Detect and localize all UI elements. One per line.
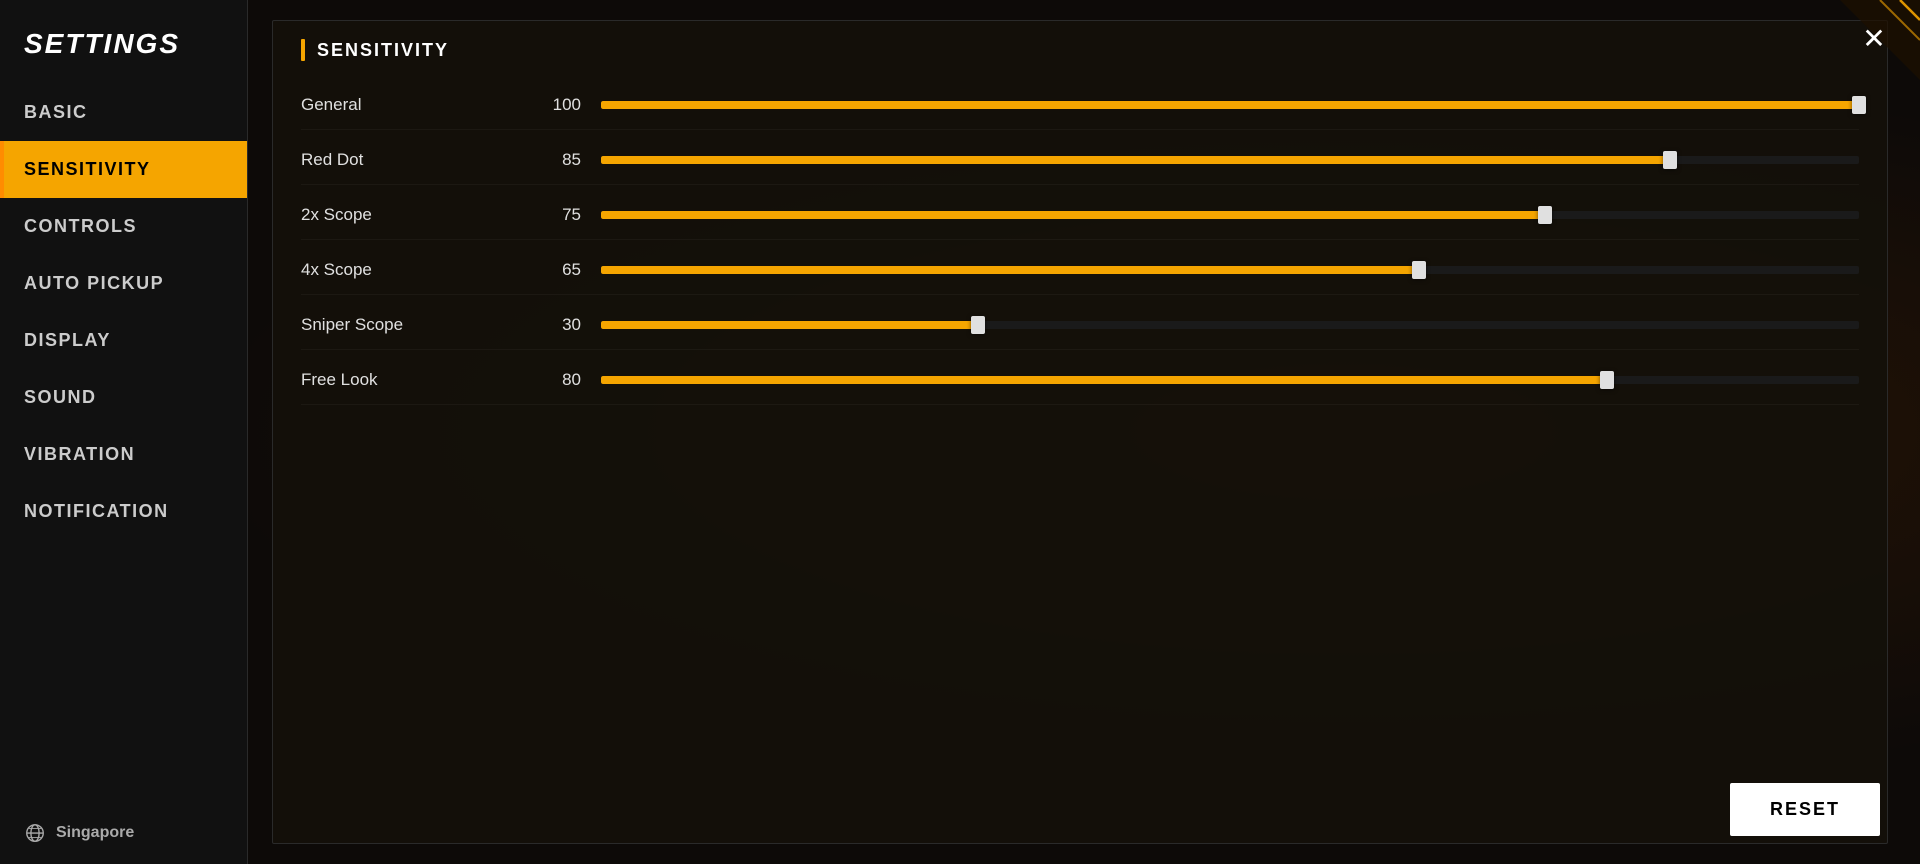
slider-value-0: 100 <box>521 95 581 115</box>
slider-track-2[interactable] <box>601 211 1859 219</box>
reset-button[interactable]: RESET <box>1730 783 1880 836</box>
slider-value-4: 30 <box>521 315 581 335</box>
slider-track-5[interactable] <box>601 376 1859 384</box>
slider-fill-1 <box>601 156 1670 164</box>
sidebar-item-auto-pickup[interactable]: AUTO PICKUP <box>0 255 247 312</box>
slider-thumb-2[interactable] <box>1538 206 1552 224</box>
slider-row-4: Sniper Scope30 <box>301 301 1859 350</box>
slider-label-5: Free Look <box>301 370 521 390</box>
sidebar-item-vibration[interactable]: VIBRATION <box>0 426 247 483</box>
slider-track-3[interactable] <box>601 266 1859 274</box>
slider-row-3: 4x Scope65 <box>301 246 1859 295</box>
sidebar-item-basic[interactable]: BASIC <box>0 84 247 141</box>
slider-label-2: 2x Scope <box>301 205 521 225</box>
slider-fill-0 <box>601 101 1859 109</box>
slider-track-bg-3 <box>601 266 1859 274</box>
slider-thumb-4[interactable] <box>971 316 985 334</box>
slider-track-bg-0 <box>601 101 1859 109</box>
slider-thumb-5[interactable] <box>1600 371 1614 389</box>
sidebar-item-sound[interactable]: SOUND <box>0 369 247 426</box>
slider-value-3: 65 <box>521 260 581 280</box>
slider-thumb-3[interactable] <box>1412 261 1426 279</box>
slider-thumb-0[interactable] <box>1852 96 1866 114</box>
slider-rows: General100 Red Dot85 2x Scope75 4x Scope65 S… <box>273 75 1887 843</box>
slider-fill-3 <box>601 266 1419 274</box>
slider-fill-2 <box>601 211 1545 219</box>
slider-track-0[interactable] <box>601 101 1859 109</box>
sidebar-item-notification[interactable]: NOTIFICATION <box>0 483 247 540</box>
slider-value-1: 85 <box>521 150 581 170</box>
settings-panel: SENSITIVITY General100 Red Dot85 2x Scope7… <box>272 20 1888 844</box>
slider-value-5: 80 <box>521 370 581 390</box>
slider-fill-4 <box>601 321 978 329</box>
sidebar-item-sensitivity[interactable]: SENSITIVITY <box>0 141 247 198</box>
slider-track-bg-2 <box>601 211 1859 219</box>
slider-row-2: 2x Scope75 <box>301 191 1859 240</box>
slider-row-1: Red Dot85 <box>301 136 1859 185</box>
panel-title: SENSITIVITY <box>317 40 449 61</box>
slider-track-bg-4 <box>601 321 1859 329</box>
slider-label-1: Red Dot <box>301 150 521 170</box>
slider-thumb-1[interactable] <box>1663 151 1677 169</box>
settings-title: SETTINGS <box>0 0 247 84</box>
slider-label-4: Sniper Scope <box>301 315 521 335</box>
sidebar: SETTINGS BASICSENSITIVITYCONTROLSAUTO PI… <box>0 0 248 864</box>
slider-value-2: 75 <box>521 205 581 225</box>
slider-fill-5 <box>601 376 1607 384</box>
panel-header: SENSITIVITY <box>273 21 1887 75</box>
slider-row-0: General100 <box>301 81 1859 130</box>
slider-row-5: Free Look80 <box>301 356 1859 405</box>
sidebar-item-controls[interactable]: CONTROLS <box>0 198 247 255</box>
panel-header-bar <box>301 39 305 61</box>
slider-track-4[interactable] <box>601 321 1859 329</box>
main-content: SENSITIVITY General100 Red Dot85 2x Scope7… <box>248 0 1920 864</box>
globe-icon <box>24 822 46 844</box>
slider-label-0: General <box>301 95 521 115</box>
sidebar-footer: Singapore <box>0 802 247 864</box>
slider-track-bg-5 <box>601 376 1859 384</box>
slider-track-1[interactable] <box>601 156 1859 164</box>
close-button[interactable]: ✕ <box>1852 16 1896 60</box>
slider-label-3: 4x Scope <box>301 260 521 280</box>
region-label: Singapore <box>56 824 134 842</box>
sidebar-item-display[interactable]: DISPLAY <box>0 312 247 369</box>
nav-menu: BASICSENSITIVITYCONTROLSAUTO PICKUPDISPL… <box>0 84 247 540</box>
